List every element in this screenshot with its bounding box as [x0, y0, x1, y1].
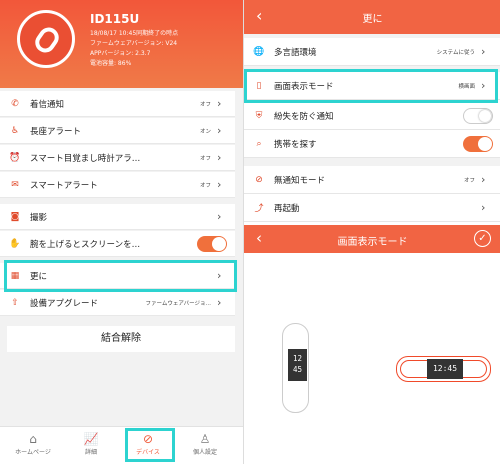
chevron-right-icon: › — [217, 178, 222, 191]
chevron-right-icon: › — [481, 79, 486, 92]
display-icon: ▯ — [256, 80, 262, 91]
settings-item-anti-loss: ⛨ 紛失を防ぐ通知 — [244, 102, 500, 130]
device-icon: ⊘ — [142, 432, 154, 446]
globe-icon: 🌐 — [253, 46, 265, 57]
wrist-icon: ✋ — [9, 238, 21, 249]
settings-item-display-mode[interactable]: ▯ 画面表示モード 横画面 › — [244, 72, 500, 100]
menu-item-label: 腕を上げるとスクリーンを… — [30, 239, 141, 250]
menu-item-value: オン — [199, 128, 211, 135]
section-gap — [244, 158, 500, 166]
device-info-line: 18/08/17 10:45同期終了の時点 — [90, 30, 179, 37]
tab-device[interactable]: ⊘ デバイス — [124, 431, 172, 456]
vertical-screen-preview: 12 45 — [288, 349, 307, 381]
camera-icon: ◙ — [10, 211, 20, 222]
menu-item-value: オフ — [199, 101, 211, 108]
settings-item-restart[interactable]: ⤴ 再起動 › — [244, 194, 500, 222]
page-title: 更に — [362, 14, 383, 25]
menu-item-sitting-alert[interactable]: ♿ 長座アラート オン › — [0, 118, 235, 144]
device-info-line: APPバージョン: 2.3.7 — [90, 50, 151, 57]
tab-home[interactable]: ⌂ ホームページ — [9, 431, 57, 456]
horizontal-screen-preview: 12:45 — [427, 359, 463, 379]
tab-label: 個人設定 — [192, 449, 217, 456]
phone-icon: ✆ — [11, 98, 19, 109]
menu-item-raise-wrist: ✋ 腕を上げるとスクリーンを… — [0, 231, 235, 257]
tab-label: ホームページ — [15, 449, 51, 456]
message-icon: ✉ — [11, 179, 19, 190]
device-avatar — [17, 10, 75, 68]
settings-item-label: 多言語環境 — [274, 47, 317, 58]
menu-item-label: 設備アプグレード — [30, 298, 99, 309]
menu-item-smart-alert[interactable]: ✉ スマートアラート オフ › — [0, 172, 235, 198]
chevron-right-icon: › — [217, 210, 222, 223]
chevron-right-icon: › — [217, 124, 222, 137]
settings-item-label: 無通知モード — [274, 175, 326, 186]
sitting-icon: ♿ — [10, 125, 20, 136]
settings-item-label: 画面表示モード — [274, 81, 334, 92]
settings-item-language[interactable]: 🌐 多言語環境 システムに従う › — [244, 38, 500, 66]
menu-item-label: 更に — [30, 271, 48, 282]
display-mode-title: 画面表示モード — [337, 237, 408, 248]
search-icon: ⌕ — [256, 138, 262, 149]
unbind-button[interactable]: 結合解除 — [7, 326, 235, 352]
more-header: ‹ 更に — [244, 0, 500, 34]
settings-item-value: システムに従う — [436, 49, 475, 56]
menu-item-more[interactable]: ▦ 更に › — [0, 263, 235, 289]
settings-item-label: 携帯を探す — [274, 139, 317, 150]
more-icon: ▦ — [10, 270, 20, 281]
menu-item-incoming-call[interactable]: ✆ 着信通知 オフ › — [0, 91, 235, 117]
chevron-right-icon: › — [481, 173, 486, 186]
chevron-right-icon: › — [481, 45, 486, 58]
device-info-line: 電池容量: 86% — [90, 60, 132, 67]
device-screen: ID115U 18/08/17 10:45同期終了の時点 ファームウェアバージョ… — [0, 0, 243, 464]
mute-icon: ⊘ — [255, 174, 263, 185]
settings-item-label: 再起動 — [274, 203, 300, 214]
menu-item-value: オフ — [199, 155, 211, 162]
menu-item-upgrade[interactable]: ⇧ 設備アプグレード ファームウェアバージョ… › — [0, 290, 235, 316]
chevron-right-icon: › — [217, 97, 222, 110]
restart-icon: ⤴ — [254, 204, 264, 214]
tab-details[interactable]: 📈 詳細 — [67, 431, 115, 456]
menu-item-smart-alarm[interactable]: ⏰ スマート目覚まし時計アラ… オフ › — [0, 145, 235, 171]
chevron-right-icon: › — [217, 296, 222, 309]
find-phone-toggle[interactable] — [463, 135, 493, 152]
settings-item-value: 横画面 — [458, 83, 475, 90]
settings-item-find-phone: ⌕ 携帯を探す — [244, 130, 500, 158]
chevron-right-icon: › — [217, 151, 222, 164]
device-header: ID115U 18/08/17 10:45同期終了の時点 ファームウェアバージョ… — [0, 0, 243, 88]
display-mode-header: ‹ 画面表示モード ✓ — [244, 225, 500, 253]
menu-item-label: 撮影 — [30, 212, 48, 223]
tab-label: デバイス — [136, 449, 160, 456]
settings-item-do-not-disturb[interactable]: ⊘ 無通知モード オフ › — [244, 166, 500, 194]
chevron-right-icon: › — [481, 201, 486, 214]
device-info-line: ファームウェアバージョン: V24 — [90, 40, 178, 47]
menu-item-label: スマート目覚まし時計アラ… — [30, 153, 141, 164]
menu-item-label: スマートアラート — [30, 180, 98, 191]
menu-item-label: 着信通知 — [30, 99, 65, 110]
chevron-right-icon: › — [217, 269, 222, 282]
raise-wrist-toggle[interactable] — [197, 235, 227, 252]
vertical-time-minutes: 45 — [292, 365, 303, 374]
home-icon: ⌂ — [29, 432, 37, 446]
menu-item-label: 長座アラート — [30, 126, 82, 137]
menu-item-value: ファームウェアバージョ… — [145, 300, 211, 307]
confirm-check-icon[interactable]: ✓ — [474, 230, 491, 247]
person-icon: ♙ — [199, 432, 211, 446]
alarm-clock-icon: ⏰ — [9, 152, 21, 163]
chart-icon: 📈 — [83, 432, 99, 446]
settings-item-label: 紛失を防ぐ通知 — [274, 111, 334, 122]
bottom-tab-bar: ⌂ ホームページ 📈 詳細 ⊘ デバイス ♙ 個人設定 — [0, 426, 243, 464]
more-settings-screen: ‹ 更に 🌐 多言語環境 システムに従う › ▯ 画面表示モード 横画面 › ⛨… — [243, 0, 500, 464]
tab-label: 詳細 — [84, 449, 97, 456]
anti-loss-toggle[interactable] — [463, 107, 493, 124]
settings-item-value: オフ — [463, 177, 475, 184]
band-icon — [31, 23, 63, 57]
upgrade-icon: ⇧ — [11, 297, 19, 308]
menu-item-value: オフ — [199, 182, 211, 189]
device-name: ID115U — [90, 12, 140, 26]
vertical-time-hours: 12 — [292, 354, 303, 363]
tab-personal-settings[interactable]: ♙ 個人設定 — [181, 431, 229, 456]
menu-item-camera[interactable]: ◙ 撮影 › — [0, 204, 235, 230]
shield-icon: ⛨ — [255, 110, 263, 121]
